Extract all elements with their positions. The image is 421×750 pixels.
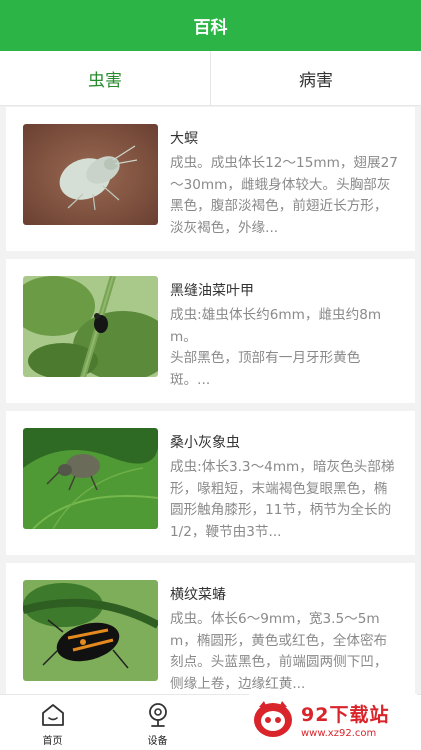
site-watermark: 92下载站 www.xz92.com	[249, 694, 417, 744]
item-description: 成虫。成虫体长12～15mm，翅展27～30mm，雌蛾身体较大。头胸部灰黑色，腹…	[170, 155, 398, 236]
item-title: 桑小灰象虫	[170, 435, 240, 451]
category-tabs: 虫害 病害	[0, 51, 421, 106]
tabbar-device-label: 设备	[147, 736, 168, 747]
list-item[interactable]: 桑小灰象虫 成虫:体长3.3～4mm，暗灰色头部梯形，喙粗短，末端褐色复眼黑色，…	[6, 411, 415, 555]
tabbar-device[interactable]: 设备	[105, 695, 210, 750]
home-icon	[41, 704, 64, 726]
app-header: 百科	[0, 0, 421, 51]
watermark-logo-icon	[254, 701, 292, 737]
page-title: 百科	[193, 18, 228, 38]
list-item[interactable]: 横纹菜蝽 成虫。体长6～9mm，宽3.5～5mm，椭圆形，黄色或红色，全体密布刻…	[6, 563, 415, 694]
item-description: 成虫。体长6～9mm，宽3.5～5mm，椭圆形，黄色或红色，全体密布刻点。头蓝黑…	[170, 611, 388, 692]
tab-diseases[interactable]: 病害	[210, 51, 421, 105]
leaf-beetle-photo	[23, 276, 158, 377]
weevil-photo	[23, 428, 158, 529]
moth-photo	[23, 124, 158, 225]
tab-pests[interactable]: 虫害	[0, 51, 210, 105]
tabbar-home-label: 首页	[42, 736, 63, 747]
item-description: 成虫:体长3.3～4mm，暗灰色头部梯形，喙粗短，末端褐色复眼黑色，椭圆形触角膝…	[170, 459, 395, 540]
item-description: 成虫:雄虫体长约6mm，雌虫约8mm。 头部黑色，顶部有一月牙形黄色斑。...	[170, 307, 382, 388]
item-title: 黑缝油菜叶甲	[170, 283, 254, 299]
tabbar-home[interactable]: 首页	[0, 695, 105, 750]
list-item[interactable]: 黑缝油菜叶甲 成虫:雄虫体长约6mm，雌虫约8mm。 头部黑色，顶部有一月牙形黄…	[6, 259, 415, 403]
watermark-url: www.xz92.com	[301, 727, 377, 739]
item-title: 大螟	[170, 131, 198, 147]
list-item[interactable]: 大螟 成虫。成虫体长12～15mm，翅展27～30mm，雌蛾身体较大。头胸部灰黑…	[6, 107, 415, 251]
stink-bug-photo	[23, 580, 158, 681]
watermark-title: 92下载站	[301, 703, 390, 726]
device-icon	[148, 703, 167, 727]
encyclopedia-list[interactable]: 大螟 成虫。成虫体长12～15mm，翅展27～30mm，雌蛾身体较大。头胸部灰黑…	[0, 107, 421, 694]
item-title: 横纹菜蝽	[170, 587, 226, 603]
